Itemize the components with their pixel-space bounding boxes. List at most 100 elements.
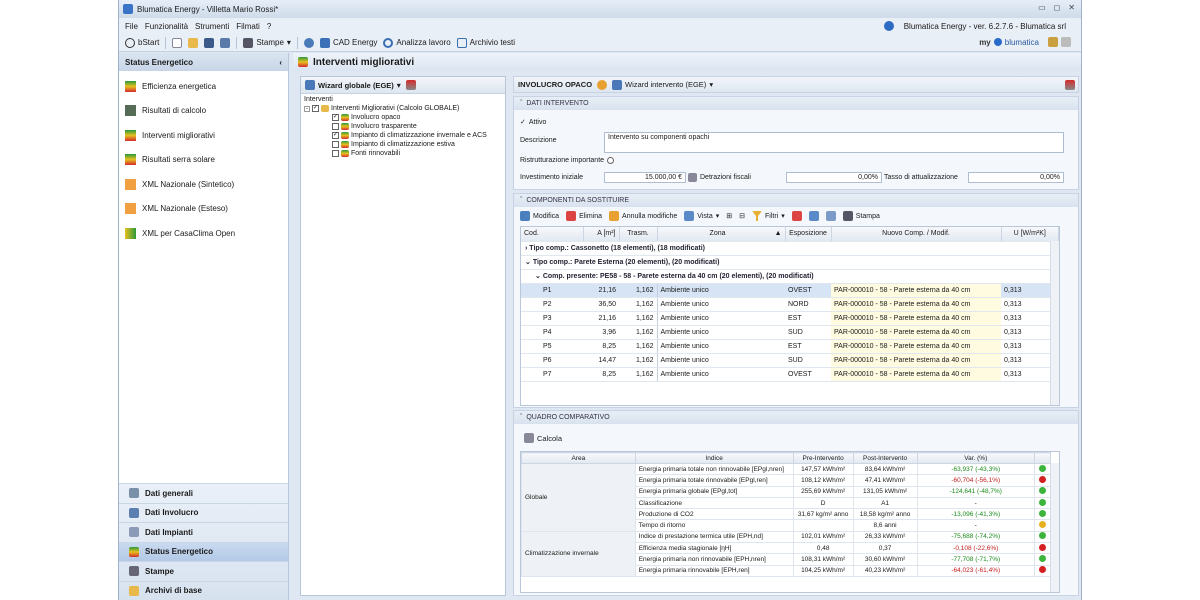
nav-dati-impianti[interactable]: Dati Impianti [119, 522, 288, 542]
settings-icon[interactable] [1048, 37, 1058, 47]
options-icon[interactable] [1061, 37, 1071, 47]
tree-item[interactable]: ✓ Involucro opaco [304, 113, 502, 122]
sidebar-item-efficienza[interactable]: Efficienza energetica [119, 74, 288, 99]
save-icon[interactable] [204, 37, 215, 48]
minimize-icon[interactable]: ▭ [1038, 3, 1046, 12]
quadro-scrollbar[interactable] [1050, 463, 1059, 592]
cad-energy-button[interactable]: CAD Energy [319, 37, 377, 48]
col-pre[interactable]: Pre-Intervento [792, 452, 854, 464]
sidebar-item-xml-casaclima[interactable]: XML per CasaClima Open [119, 221, 288, 246]
table-row[interactable]: P3 21,16 1,162 Ambiente unico EST PAR-000010 … [521, 311, 1059, 326]
open-folder-icon[interactable] [188, 37, 199, 48]
table-row[interactable]: P2 36,50 1,162 Ambiente unico NORD PAR-000010… [521, 297, 1059, 312]
sidebar-item-xml-sintetico[interactable]: XML Nazionale (Sintetico) [119, 172, 288, 197]
nav-dati-involucro[interactable]: Dati Involucro [119, 502, 288, 523]
collapse-all-icon[interactable]: ⊟ [739, 212, 745, 220]
col-esposizione[interactable]: Esposizione [785, 227, 832, 242]
wizard-intervento-button[interactable]: Wizard intervento (EGE) ▾ [612, 79, 713, 90]
refresh-icon[interactable] [597, 79, 608, 90]
calculator-icon[interactable] [688, 173, 697, 182]
maximize-icon[interactable]: ◻ [1054, 3, 1061, 12]
tree-item[interactable]: ✓ Impianto di climatizzazione invernale e… [304, 131, 502, 140]
nav-dati-generali[interactable]: Dati generali [119, 483, 288, 503]
my-blumatica-button[interactable]: my blumatica [979, 37, 1071, 47]
tree-checkbox[interactable]: ✓ [332, 132, 339, 139]
tree-item[interactable]: Involucro trasparente [304, 122, 502, 131]
sidebar-item-serra[interactable]: Risultati serra solare [119, 148, 288, 173]
menu-strumenti[interactable]: Strumenti [195, 22, 229, 31]
menu-file[interactable]: File [125, 22, 138, 31]
table-row[interactable]: P6 14,47 1,162 Ambiente unico SUD PAR-000010 … [521, 353, 1059, 368]
chevron-down-icon[interactable]: ⌄ [525, 259, 531, 266]
table-row[interactable]: P5 8,25 1,162 Ambiente unico EST PAR-000010 -… [521, 339, 1059, 354]
sidebar-item-xml-esteso[interactable]: XML Nazionale (Esteso) [119, 197, 288, 222]
clear-filter-icon[interactable] [791, 211, 802, 221]
chevron-down-icon[interactable]: ⌄ [535, 273, 541, 280]
tasso-field[interactable]: 0,00% [968, 172, 1064, 183]
col-trasm[interactable]: Trasm. [619, 227, 658, 242]
ristrutturazione-checkbox[interactable]: Ristrutturazione importante [520, 157, 615, 164]
stampe-button[interactable]: Stampe ▾ [243, 37, 291, 48]
table-row[interactable]: P7 8,25 1,162 Ambiente unico OVEST PAR-000010… [521, 367, 1059, 382]
annulla-button[interactable]: Annulla modifiche [609, 211, 677, 221]
group-row[interactable]: ⌄ Tipo comp.: Parete Esterna (20 element… [521, 255, 1059, 270]
tree-item[interactable]: Impianto di climatizzazione estiva [304, 140, 502, 149]
tree-checkbox[interactable] [332, 123, 339, 130]
componenti-header[interactable]: ˆ COMPONENTI DA SOSTITUIRE [514, 194, 1078, 207]
wizard-globale-button[interactable]: Wizard globale (EGE) ▾ [305, 80, 401, 90]
vista-button[interactable]: Vista ▾ [684, 211, 719, 221]
table-row[interactable]: P4 3,96 1,162 Ambiente unico SUD PAR-000010 -… [521, 325, 1059, 340]
filtri-button[interactable]: Filtri ▾ [752, 211, 785, 221]
export-icon[interactable] [808, 211, 819, 221]
expand-all-icon[interactable]: ⊞ [726, 212, 732, 220]
analizza-button[interactable]: Analizza lavoro [383, 37, 451, 48]
collapse-icon[interactable]: - [304, 105, 310, 112]
chevron-right-icon[interactable]: › [525, 245, 527, 252]
nav-stampe[interactable]: Stampe [119, 561, 288, 581]
col-var[interactable]: Var. (%) [916, 452, 1035, 464]
columns-icon[interactable] [825, 211, 836, 221]
gear-icon[interactable] [303, 37, 314, 48]
group-row[interactable]: › Tipo comp.: Cassonetto (18 elementi), … [521, 241, 1059, 256]
tree-checkbox[interactable] [332, 150, 339, 157]
tree-root[interactable]: - ✓ Interventi Migliorativi (Calcolo GLOBA… [304, 104, 502, 113]
bstart-button[interactable]: bStart [125, 37, 159, 48]
modifica-button[interactable]: Modifica [520, 211, 559, 221]
sidebar-item-interventi[interactable]: Interventi migliorativi [119, 123, 288, 148]
energy-label-icon[interactable] [1065, 79, 1075, 90]
tree-checkbox[interactable]: ✓ [332, 114, 339, 121]
grid-scrollbar[interactable] [1050, 241, 1059, 405]
dati-intervento-header[interactable]: ˆ DATI INTERVENTO [514, 97, 1078, 110]
tree-checkbox[interactable] [332, 141, 339, 148]
attivo-checkbox[interactable]: ✓ Attivo [520, 118, 546, 127]
collapse-icon[interactable]: ‹ [279, 58, 282, 67]
col-post[interactable]: Post-Intervento [852, 452, 918, 464]
investimento-field[interactable]: 15.000,00 € [604, 172, 686, 183]
archivio-button[interactable]: Archivio testi [456, 37, 515, 48]
stampa-button[interactable]: Stampa [842, 211, 880, 221]
menu-funzionalita[interactable]: Funzionalità [145, 22, 188, 31]
calcola-button[interactable]: Calcola [524, 433, 562, 443]
col-zona[interactable]: Zona ▲ [657, 227, 786, 242]
root-checkbox[interactable]: ✓ [312, 105, 319, 112]
col-nuovo[interactable]: Nuovo Comp. / Modif. [831, 227, 1002, 242]
sidebar-item-risultati[interactable]: Risultati di calcolo [119, 99, 288, 124]
nav-archivi[interactable]: Archivi di base [119, 580, 288, 600]
ristrutturazione-box[interactable] [607, 157, 615, 164]
menu-help[interactable]: ? [267, 22, 271, 31]
group-row[interactable]: ⌄ Comp. presente: PE58 - 58 - Parete est… [521, 269, 1059, 284]
close-icon[interactable]: ✕ [1068, 3, 1075, 12]
quadro-header[interactable]: ˆ QUADRO COMPARATIVO [514, 411, 1078, 424]
detrazioni-field[interactable]: 0,00% [786, 172, 882, 183]
descrizione-field[interactable]: Intervento su componenti opachi [604, 132, 1064, 153]
nav-status-energetico[interactable]: Status Energetico [119, 541, 288, 561]
col-indice[interactable]: Indice [634, 452, 794, 464]
col-area[interactable]: Area [521, 452, 636, 464]
energy-label-icon[interactable] [405, 80, 416, 90]
save-as-icon[interactable] [220, 37, 231, 48]
table-row[interactable]: P1 21,16 1,162 Ambiente unico OVEST PAR-00001… [521, 283, 1059, 298]
col-u[interactable]: U [W/m²K] [1001, 227, 1059, 242]
elimina-button[interactable]: Elimina [566, 211, 602, 221]
col-area[interactable]: A [m²] [583, 227, 620, 242]
col-cod[interactable]: Cod. [521, 227, 584, 242]
